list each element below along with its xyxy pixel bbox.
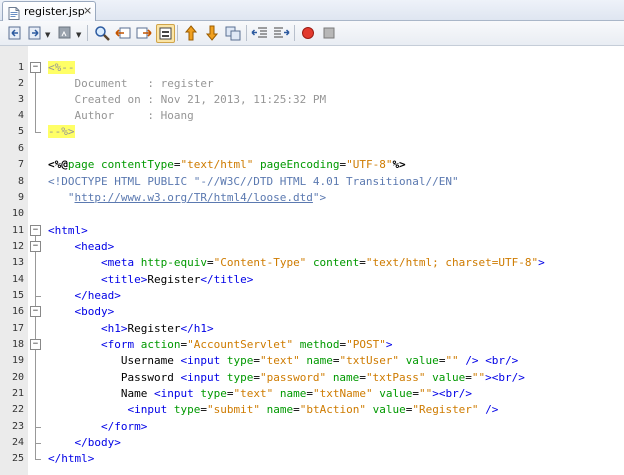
previous-bookmark-icon[interactable]: [182, 24, 200, 42]
line-number: 17: [11, 323, 24, 334]
back-icon[interactable]: [6, 24, 24, 42]
line-number: 3: [17, 94, 24, 105]
shift-right-icon[interactable]: [272, 24, 290, 42]
code-line[interactable]: Created on : Nov 21, 2013, 11:25:32 PM: [48, 93, 326, 106]
line-number: 19: [11, 355, 24, 366]
toolbar-separator: [246, 25, 247, 41]
line-number: 7: [17, 159, 24, 170]
stop-macro-icon[interactable]: [320, 24, 338, 42]
toolbar-separator: [177, 25, 178, 41]
code-line[interactable]: Author : Hoang: [48, 109, 193, 122]
code-line[interactable]: </head>: [48, 289, 121, 302]
record-macro-icon[interactable]: [299, 24, 317, 42]
code-line[interactable]: <!DOCTYPE HTML PUBLIC "-//W3C//DTD HTML …: [48, 175, 459, 188]
code-line[interactable]: </html>: [48, 452, 94, 465]
line-number: 25: [11, 453, 24, 464]
code-line[interactable]: <html>: [48, 224, 88, 237]
collapse-icon[interactable]: −: [30, 339, 41, 350]
fold-end: [35, 443, 41, 444]
code-line[interactable]: Username <input type="text" name="txtUse…: [48, 354, 518, 367]
code-line[interactable]: <meta http-equiv="Content-Type" content=…: [48, 256, 545, 269]
fold-end: [35, 296, 41, 297]
code-line[interactable]: </body>: [48, 436, 121, 449]
find-previous-icon[interactable]: [114, 24, 132, 42]
collapse-icon[interactable]: −: [30, 241, 41, 252]
chevron-down-icon[interactable]: ▼: [45, 31, 50, 39]
code-line[interactable]: <%@page contentType="text/html" pageEnco…: [48, 158, 406, 171]
next-bookmark-icon[interactable]: [203, 24, 221, 42]
line-number: 12: [11, 241, 24, 252]
editor-toolbar: ▼ ▼: [0, 21, 624, 46]
editor-tab-strip: register.jsp ×: [0, 0, 624, 21]
jsp-file-icon: [8, 5, 20, 20]
line-number-gutter: 1 2 3 4 5 6 7 8 9 10 11 12 13 14 15 16 1…: [0, 46, 29, 475]
tab-label: register.jsp: [24, 5, 85, 18]
line-number: 15: [11, 290, 24, 301]
close-tab-icon[interactable]: ×: [83, 4, 92, 17]
line-number: 9: [17, 192, 24, 203]
find-next-icon[interactable]: [135, 24, 153, 42]
code-line[interactable]: <body>: [48, 305, 115, 318]
line-number: 10: [11, 208, 24, 219]
last-edit-icon[interactable]: [56, 24, 74, 42]
collapse-icon[interactable]: −: [30, 306, 41, 317]
toggle-highlight-icon[interactable]: [156, 24, 175, 43]
line-number: 18: [11, 339, 24, 350]
line-number: 22: [11, 404, 24, 415]
toolbar-separator: [294, 25, 295, 41]
line-number: 4: [17, 110, 24, 121]
line-number: 6: [17, 143, 24, 154]
tab-register-jsp[interactable]: register.jsp ×: [2, 1, 96, 21]
line-number: 23: [11, 421, 24, 432]
code-line[interactable]: Name <input type="text" name="txtName" v…: [48, 387, 472, 400]
line-number: 8: [17, 176, 24, 187]
code-line[interactable]: <title>Register</title>: [48, 273, 253, 286]
code-line[interactable]: <head>: [48, 240, 115, 253]
toolbar-separator: [87, 25, 88, 41]
line-number: 20: [11, 372, 24, 383]
fold-end: [35, 459, 41, 460]
fold-guide: [35, 73, 36, 132]
toggle-bookmark-icon[interactable]: [224, 24, 242, 42]
line-number: 5: [17, 126, 24, 137]
line-number: 24: [11, 437, 24, 448]
chevron-down-icon[interactable]: ▼: [76, 31, 81, 39]
line-number: 16: [11, 306, 24, 317]
code-line[interactable]: <%--: [48, 61, 75, 74]
code-line[interactable]: Document : register: [48, 77, 213, 90]
fold-end: [35, 132, 41, 133]
collapse-icon[interactable]: −: [30, 225, 41, 236]
line-number: 13: [11, 257, 24, 268]
line-number: 1: [17, 62, 24, 73]
line-number: 14: [11, 274, 24, 285]
code-line[interactable]: <input type="submit" name="btAction" val…: [48, 403, 498, 416]
code-line[interactable]: </form>: [48, 420, 147, 433]
code-line[interactable]: <form action="AccountServlet" method="PO…: [48, 338, 392, 351]
line-number: 11: [11, 225, 24, 236]
forward-menu-icon[interactable]: [26, 24, 44, 42]
code-line[interactable]: "http://www.w3.org/TR/html4/loose.dtd">: [48, 191, 326, 204]
fold-end: [35, 427, 41, 428]
line-number: 21: [11, 388, 24, 399]
code-line[interactable]: --%>: [48, 125, 75, 138]
code-editor[interactable]: 1 2 3 4 5 6 7 8 9 10 11 12 13 14 15 16 1…: [0, 46, 624, 475]
line-number: 2: [17, 78, 24, 89]
code-line[interactable]: Password <input type="password" name="tx…: [48, 371, 525, 384]
shift-left-icon[interactable]: [251, 24, 269, 42]
collapse-icon[interactable]: −: [30, 62, 41, 73]
code-line[interactable]: <h1>Register</h1>: [48, 322, 214, 335]
find-icon[interactable]: [93, 24, 111, 42]
